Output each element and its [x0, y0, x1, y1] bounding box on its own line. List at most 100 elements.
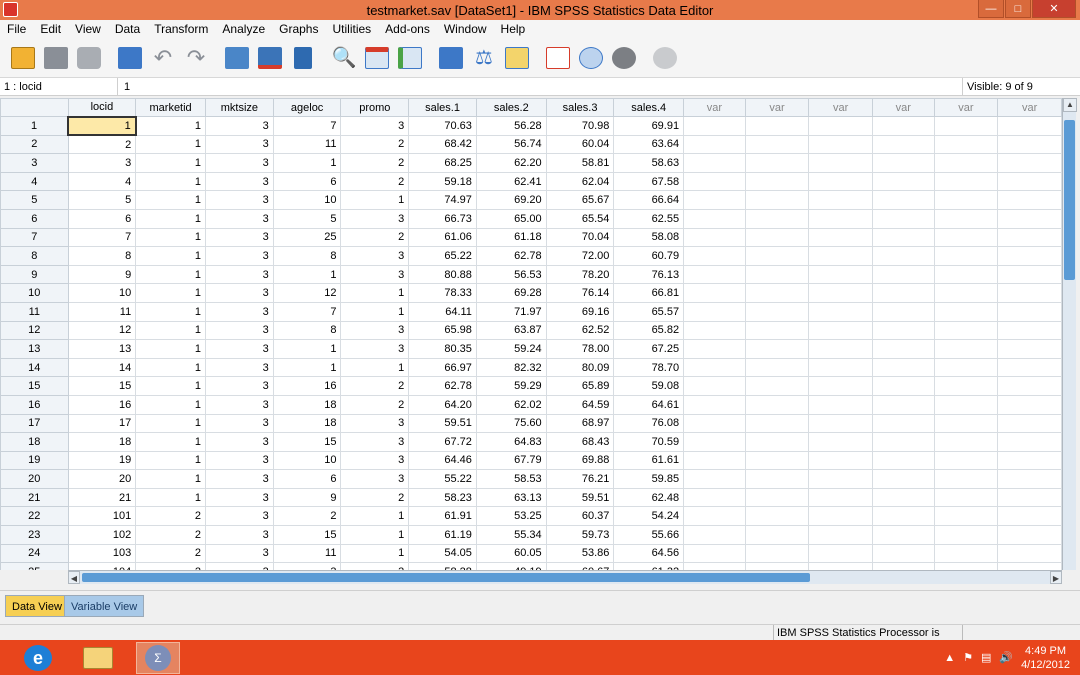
data-cell[interactable]: [997, 394, 1062, 415]
data-cell[interactable]: [997, 413, 1062, 434]
data-cell[interactable]: 3: [204, 450, 274, 471]
data-cell[interactable]: 3: [340, 469, 410, 489]
row-number[interactable]: 21: [0, 487, 69, 508]
find-button[interactable]: 🔍: [329, 43, 359, 73]
data-cell[interactable]: 3: [204, 339, 274, 359]
row-number[interactable]: 6: [0, 208, 69, 229]
data-cell[interactable]: [871, 264, 935, 285]
data-cell[interactable]: 104: [67, 562, 137, 570]
data-cell[interactable]: [808, 432, 873, 452]
data-cell[interactable]: [808, 394, 873, 415]
value-labels-button[interactable]: [543, 43, 573, 73]
data-cell[interactable]: [683, 394, 746, 415]
menu-utilities[interactable]: Utilities: [325, 20, 378, 38]
data-cell[interactable]: [933, 264, 999, 285]
menu-analyze[interactable]: Analyze: [215, 20, 272, 38]
data-cell[interactable]: [871, 413, 935, 434]
data-cell[interactable]: [871, 469, 935, 489]
scroll-right-icon[interactable]: ▶: [1050, 571, 1062, 584]
data-cell[interactable]: [683, 506, 746, 527]
data-cell[interactable]: 10: [272, 190, 342, 210]
data-cell[interactable]: [808, 208, 873, 229]
vertical-scroll-thumb[interactable]: [1064, 120, 1075, 280]
row-number[interactable]: 11: [0, 301, 69, 322]
data-cell[interactable]: 59.29: [475, 376, 547, 396]
data-cell[interactable]: 62.52: [545, 320, 615, 341]
data-cell[interactable]: 63.64: [613, 134, 685, 155]
data-cell[interactable]: 16: [67, 394, 137, 415]
data-cell[interactable]: 78.70: [613, 357, 685, 378]
data-cell[interactable]: 69.16: [545, 301, 615, 322]
data-cell[interactable]: 67.72: [408, 432, 477, 452]
data-cell[interactable]: 1: [135, 116, 206, 136]
data-cell[interactable]: 2: [340, 227, 410, 248]
recall-dialog-button[interactable]: [115, 43, 145, 73]
data-cell[interactable]: [871, 301, 935, 322]
data-cell[interactable]: 3: [340, 320, 410, 341]
action-center-flag-icon[interactable]: ⚑: [963, 651, 973, 664]
data-cell[interactable]: 2: [135, 543, 206, 564]
data-cell[interactable]: 62.78: [475, 246, 547, 266]
data-cell[interactable]: [744, 116, 810, 136]
data-cell[interactable]: [808, 487, 873, 508]
data-cell[interactable]: 49.19: [475, 562, 547, 570]
data-cell[interactable]: [871, 283, 935, 303]
data-cell[interactable]: 61.19: [408, 525, 477, 545]
data-cell[interactable]: [744, 487, 810, 508]
data-cell[interactable]: 64.46: [408, 450, 477, 471]
save-button[interactable]: [41, 43, 71, 73]
data-cell[interactable]: 6: [67, 208, 137, 229]
data-cell[interactable]: [808, 562, 873, 570]
data-cell[interactable]: 60.04: [545, 134, 615, 155]
data-cell[interactable]: 64.11: [408, 301, 477, 322]
data-cell[interactable]: 80.09: [545, 357, 615, 378]
data-cell[interactable]: [871, 450, 935, 471]
data-cell[interactable]: 68.25: [408, 153, 477, 173]
data-cell[interactable]: 3: [340, 432, 410, 452]
data-cell[interactable]: [997, 153, 1062, 173]
data-cell[interactable]: [744, 413, 810, 434]
data-cell[interactable]: 2: [67, 134, 137, 155]
data-cell[interactable]: [871, 153, 935, 173]
data-cell[interactable]: [683, 562, 746, 570]
data-cell[interactable]: [683, 208, 746, 229]
data-cell[interactable]: [933, 543, 999, 564]
data-cell[interactable]: 1: [340, 506, 410, 527]
data-cell[interactable]: [683, 301, 746, 322]
data-cell[interactable]: [933, 506, 999, 527]
data-cell[interactable]: 56.53: [475, 264, 547, 285]
data-cell[interactable]: [871, 116, 935, 136]
data-cell[interactable]: [683, 525, 746, 545]
data-cell[interactable]: 1: [135, 376, 206, 396]
data-cell[interactable]: [744, 432, 810, 452]
data-cell[interactable]: [683, 227, 746, 248]
data-cell[interactable]: 3: [204, 153, 274, 173]
data-cell[interactable]: [683, 469, 746, 489]
column-header-mktsize[interactable]: mktsize: [204, 98, 274, 117]
cell-value-input[interactable]: 1: [118, 78, 962, 96]
column-header-sales-2[interactable]: sales.2: [475, 98, 547, 117]
data-cell[interactable]: 65.57: [613, 301, 685, 322]
data-cell[interactable]: 59.51: [545, 487, 615, 508]
data-cell[interactable]: [997, 227, 1062, 248]
data-cell[interactable]: [933, 487, 999, 508]
data-cell[interactable]: 59.24: [475, 339, 547, 359]
data-cell[interactable]: [744, 320, 810, 341]
data-cell[interactable]: 59.73: [545, 525, 615, 545]
data-cell[interactable]: 55.34: [475, 525, 547, 545]
data-cell[interactable]: 17: [67, 413, 137, 434]
data-cell[interactable]: 3: [272, 562, 342, 570]
data-cell[interactable]: [871, 506, 935, 527]
data-cell[interactable]: 2: [340, 153, 410, 173]
data-cell[interactable]: [808, 171, 873, 192]
data-cell[interactable]: [997, 506, 1062, 527]
data-cell[interactable]: 3: [340, 339, 410, 359]
data-cell[interactable]: 61.91: [408, 506, 477, 527]
print-button[interactable]: [74, 43, 104, 73]
data-cell[interactable]: [683, 357, 746, 378]
data-cell[interactable]: 1: [135, 487, 206, 508]
data-cell[interactable]: 56.74: [475, 134, 547, 155]
data-cell[interactable]: 64.61: [613, 394, 685, 415]
data-cell[interactable]: [933, 320, 999, 341]
taskbar-spss[interactable]: Σ: [136, 641, 180, 674]
